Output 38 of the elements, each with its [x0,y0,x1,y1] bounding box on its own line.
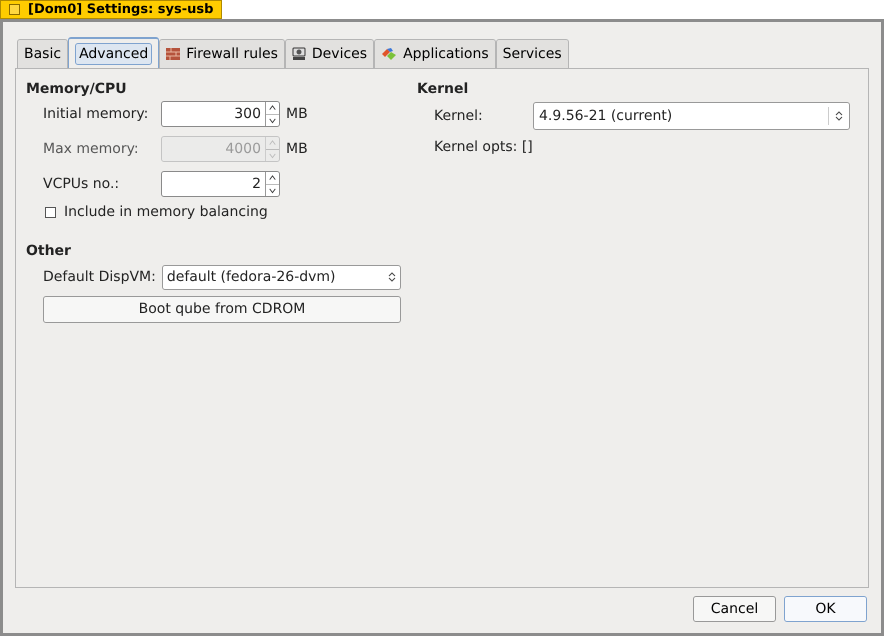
tab[interactable]: Services [496,39,569,68]
drive-icon [292,47,306,61]
updown-icon [388,271,396,283]
window-title: [Dom0] Settings: sys-usb [28,0,214,19]
spin-box[interactable]: 2 [161,171,280,197]
window-icon [9,4,20,15]
tab[interactable]: Advanced [68,37,160,68]
tab[interactable]: Firewall rules [159,39,285,68]
field-label: VCPUs no.: [42,174,120,194]
down-arrow-icon[interactable] [266,184,279,196]
unit-label: MB [286,140,308,158]
field-label: Default DispVM: [43,268,156,286]
kernel-opts: Kernel opts: [] [433,138,534,157]
unit-label: MB [286,104,308,124]
apps-icon [381,47,398,61]
spin-value: 2 [251,175,262,194]
tab[interactable]: Basic [17,39,68,68]
updown-icon [835,110,843,122]
spin-box[interactable]: 300 [161,101,280,127]
checkbox[interactable] [45,206,56,218]
dropdown[interactable]: default (fedora-26-dvm) [162,264,401,290]
field-label: Initial memory: [42,104,150,124]
tab[interactable]: Applications [374,39,496,68]
tab[interactable]: Devices [284,39,374,68]
brick-wall-icon [166,48,180,60]
spin-value: 4000 [224,140,262,159]
section-heading: Other [26,242,72,261]
field-label: Max memory: [42,140,140,158]
boot-button[interactable]: Boot qube from CDROM [43,296,401,323]
checkbox-row[interactable]: Include in memory balancing [26,197,401,227]
dialog-button[interactable]: OK [784,596,867,622]
section-heading: Kernel [417,80,470,99]
spin-value: 300 [233,105,262,124]
field-label: Kernel: [434,106,484,126]
dialog-button[interactable]: Cancel [693,596,776,622]
kernel-dropdown[interactable]: 4.9.56-21 (current) [533,102,850,130]
section-heading: Memory/CPU [26,80,128,99]
down-arrow-icon[interactable] [266,114,279,126]
